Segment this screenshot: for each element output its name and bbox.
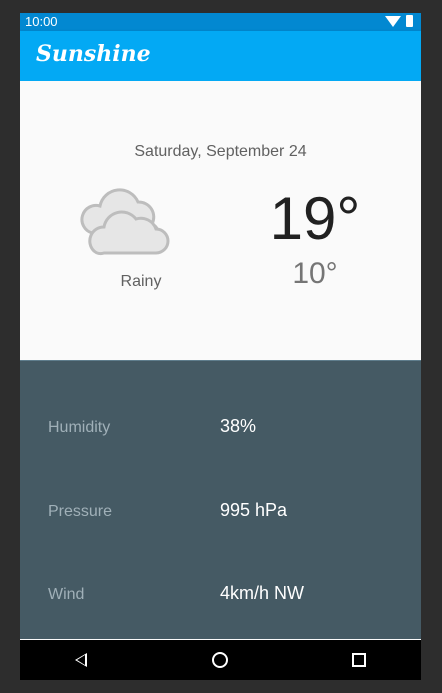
pressure-value: 995 hPa (220, 500, 288, 520)
app-title: Sunshine (36, 41, 151, 67)
wind-row: Wind 4km/h NW (20, 580, 421, 610)
low-temperature: 10° (292, 257, 338, 290)
humidity-row: Humidity 38% (20, 413, 421, 443)
home-icon[interactable] (212, 652, 228, 668)
wind-value: 4km/h NW (220, 583, 305, 603)
app-bar: Sunshine (20, 31, 421, 81)
recents-icon[interactable] (352, 653, 366, 667)
wifi-icon (385, 15, 401, 27)
battery-icon (406, 15, 413, 27)
status-bar: 10:00 (20, 13, 421, 31)
high-temperature: 19° (269, 185, 361, 252)
cloud-icon (80, 188, 170, 256)
status-icons (385, 15, 413, 27)
forecast-date: Saturday, September 24 (134, 143, 307, 160)
device-screen: 10:00 Sunshine Saturday, September 24 Ra… (20, 13, 421, 680)
today-forecast-card[interactable]: Saturday, September 24 Rainy 19° 10° (20, 81, 421, 360)
weather-details-panel: Humidity 38% Pressure 995 hPa Wind 4km/h… (20, 360, 421, 639)
navigation-bar (20, 640, 421, 680)
back-icon[interactable] (75, 653, 87, 667)
pressure-label: Pressure (48, 503, 113, 520)
humidity-label: Humidity (48, 419, 111, 436)
status-time: 10:00 (25, 14, 58, 29)
wind-label: Wind (48, 586, 85, 603)
weather-description: Rainy (120, 273, 162, 290)
pressure-row: Pressure 995 hPa (20, 497, 421, 527)
humidity-value: 38% (220, 416, 257, 436)
